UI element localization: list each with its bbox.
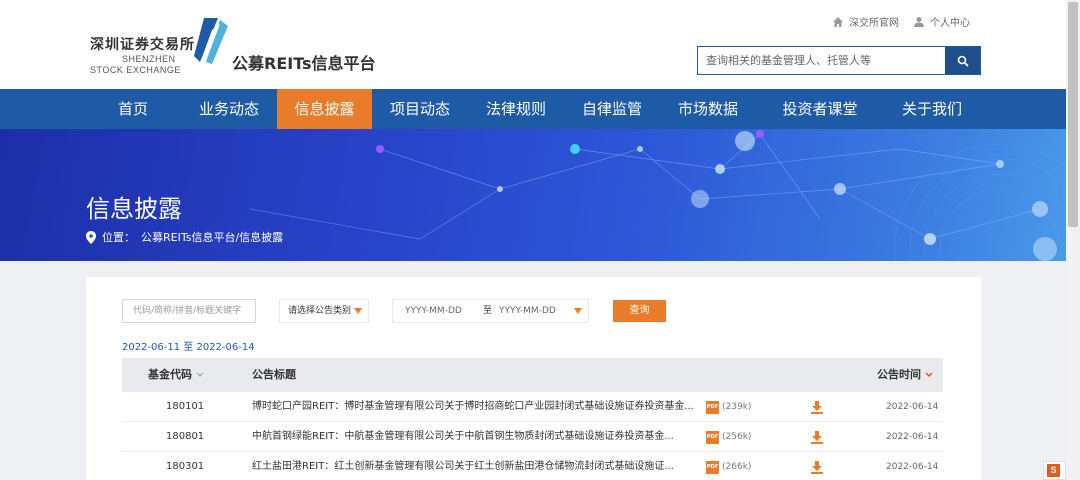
nav-home[interactable]: 首页 [100,89,166,129]
date-range-text: 2022-06-11 至 2022-06-14 [122,342,255,353]
szse-home-link[interactable]: 深交所官网 [832,14,899,29]
fund-code: 180801 [166,431,205,442]
date-range-picker[interactable]: YYYY-MM-DD 至 YYYY-MM-DD [392,299,589,323]
sogou-ime-widget[interactable]: S [1043,461,1066,480]
nav-business-news[interactable]: 业务动态 [187,89,271,129]
keyword-input[interactable] [122,299,256,323]
nav-project-news[interactable]: 项目动态 [378,89,462,129]
sogou-s-icon: S [1047,464,1060,477]
platform-title: 公募REITs信息平台 [232,54,376,73]
table-row: 180101 博时蛇口产园REIT：博时基金管理有限公司关于博时招商蛇口产业园封… [122,392,943,422]
szse-home-label: 深交所官网 [849,18,899,29]
announcement-date: 2022-06-14 [886,432,939,442]
home-icon [833,16,843,27]
file-size: (256k) [722,432,752,442]
page-title: 信息披露 [86,195,182,223]
site-header: 深圳证券交易所 SHENZHEN STOCK EXCHANGE 公募REITs信… [0,0,1066,89]
search-icon [957,55,969,67]
header-title: 公告标题 [252,368,296,381]
chevron-down-icon [196,372,204,377]
header-fund-code-label: 基金代码 [148,368,192,381]
szse-mark-icon [194,18,228,64]
breadcrumb: 位置： 公募REITs信息平台/信息披露 [86,229,283,245]
nav-legal-rules[interactable]: 法律规则 [474,89,558,129]
search-button[interactable] [945,47,980,74]
chevron-down-icon [925,372,933,377]
query-button[interactable]: 查询 [613,300,666,322]
announcement-date: 2022-06-14 [886,402,939,412]
nav-market-data[interactable]: 市场数据 [666,89,750,129]
caret-down-icon [574,308,582,314]
category-select-label: 请选择公告类别 [288,306,352,316]
logo-cn-text: 深圳证券交易所 [90,37,195,53]
nav-self-regulation[interactable]: 自律监管 [570,89,654,129]
top-links: 深交所官网 个人中心 [832,14,970,29]
main-nav: 首页 业务动态 信息披露 项目动态 法律规则 自律监管 市场数据 投资者课堂 关… [0,89,1066,129]
breadcrumb-path[interactable]: 公募REITs信息平台/信息披露 [141,229,283,245]
table-row: 180801 中航首钢绿能REIT：中航基金管理有限公司关于中航首钢生物质封闭式… [122,422,943,452]
announcement-date: 2022-06-14 [886,462,939,472]
date-separator: 至 [483,306,493,316]
fund-code: 180301 [166,461,205,472]
announcement-title[interactable]: 中航首钢绿能REIT：中航基金管理有限公司关于中航首钢生物质封闭式基础设施证券投… [252,422,700,452]
header-time[interactable]: 公告时间 [877,358,933,392]
location-pin-icon [86,230,96,244]
nav-investor-class[interactable]: 投资者课堂 [770,89,870,129]
download-icon[interactable] [810,461,824,474]
user-center-link[interactable]: 个人中心 [913,14,970,29]
disclosure-panel: 请选择公告类别 YYYY-MM-DD 至 YYYY-MM-DD 查询 2022-… [86,277,981,480]
table-header: 基金代码 公告标题 公告时间 [122,358,943,392]
announcement-title[interactable]: 红土盐田港REIT：红土创新基金管理有限公司关于红土创新盐田港仓储物流封闭式基础… [252,452,700,480]
start-date: YYYY-MM-DD [405,306,462,316]
pdf-icon[interactable]: PDF [706,401,719,414]
page-banner: 信息披露 位置： 公募REITs信息平台/信息披露 [0,129,1066,261]
szse-logo[interactable]: 深圳证券交易所 SHENZHEN STOCK EXCHANGE [90,16,230,76]
nav-about-us[interactable]: 关于我们 [890,89,974,129]
page-scrollbar[interactable] [1066,0,1080,480]
pdf-icon[interactable]: PDF [706,461,719,474]
user-icon [914,16,924,27]
header-time-label: 公告时间 [877,368,921,381]
search-input[interactable] [698,47,945,74]
category-select[interactable]: 请选择公告类别 [279,299,369,323]
announcement-title[interactable]: 博时蛇口产园REIT：博时基金管理有限公司关于博时招商蛇口产业园封闭式基础设施证… [252,392,700,422]
logo-en-line2: STOCK EXCHANGE [90,65,181,75]
breadcrumb-label: 位置： [102,231,135,244]
table-row: 180301 红土盐田港REIT：红土创新基金管理有限公司关于红土创新盐田港仓储… [122,452,943,480]
end-date: YYYY-MM-DD [499,306,556,316]
fund-code: 180101 [166,401,205,412]
logo-en-line1: SHENZHEN [122,54,176,64]
file-size: (266k) [722,462,752,472]
file-size: (239k) [722,402,752,412]
header-fund-code[interactable]: 基金代码 [148,358,204,392]
caret-down-icon [354,308,362,314]
download-icon[interactable] [810,431,824,444]
download-icon[interactable] [810,401,824,414]
nav-info-disclosure[interactable]: 信息披露 [277,89,372,129]
user-center-label: 个人中心 [930,18,970,29]
scrollbar-thumb[interactable] [1068,2,1078,227]
pdf-icon[interactable]: PDF [706,431,719,444]
site-search [697,46,981,75]
